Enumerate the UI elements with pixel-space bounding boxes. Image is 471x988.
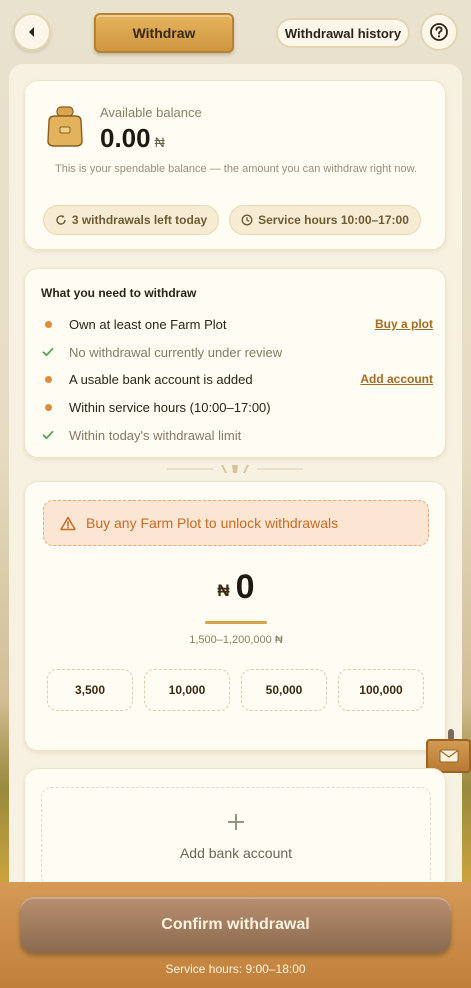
balance-value: 0.00 ₦ [100, 123, 165, 154]
warning-triangle-icon [60, 516, 76, 530]
plus-icon [228, 814, 244, 830]
service-hours-text: Service hours 10:00–17:00 [258, 213, 409, 227]
requirements-card: What you need to withdraw Own at least o… [24, 268, 446, 458]
requirement-text: Own at least one Farm Plot [69, 316, 227, 332]
pending-dot-icon [41, 372, 55, 386]
requirement-item: Within service hours (10:00–17:00) [41, 397, 433, 417]
envelope-icon [439, 749, 458, 763]
requirement-item: Within today's withdrawal limit [41, 425, 433, 445]
buy-plot-link[interactable]: Buy a plot [375, 317, 433, 331]
pending-dot-icon [41, 317, 55, 331]
refresh-icon [56, 215, 66, 225]
balance-amount: 0.00 [100, 123, 151, 153]
add-account-link[interactable]: Add account [360, 372, 433, 386]
page-title: Withdraw [132, 25, 196, 41]
preset-amount-button[interactable]: 3,500 [47, 669, 133, 711]
amount-value: 0 [235, 568, 255, 606]
add-bank-account-label: Add bank account [179, 845, 293, 861]
add-bank-account-button[interactable]: Add bank account [41, 787, 431, 887]
requirement-item: A usable bank account is added Add accou… [41, 369, 433, 389]
balance-description: This is your spendable balance — the amo… [55, 163, 417, 175]
chevron-left-icon [29, 27, 34, 37]
withdrawals-left-badge: 3 withdrawals left today [43, 205, 219, 235]
requirement-text: Within service hours (10:00–17:00) [69, 399, 271, 415]
footer-service-hours: Service hours: 9:00–18:00 [165, 962, 306, 976]
requirement-text: Within today's withdrawal limit [69, 427, 242, 443]
amount-range: 1,500–1,200,000 ₦ [189, 634, 283, 646]
check-icon [42, 430, 54, 440]
requirement-item: Own at least one Farm Plot Buy a plot [41, 314, 433, 334]
amount-card: Buy any Farm Plot to unlock withdrawals … [24, 481, 446, 751]
back-button[interactable] [13, 13, 51, 51]
money-bag-icon [47, 106, 83, 147]
pending-dot-icon [41, 400, 55, 414]
amount-currency: ₦ [217, 580, 230, 600]
confirm-withdrawal-button[interactable]: Confirm withdrawal [20, 897, 451, 953]
unlock-warning-text: Buy any Farm Plot to unlock withdrawals [86, 515, 339, 531]
requirement-text: A usable bank account is added [69, 371, 253, 387]
balance-currency: ₦ [154, 134, 165, 150]
section-divider [167, 465, 303, 473]
withdrawal-history-button[interactable]: Withdrawal history [276, 18, 410, 48]
balance-card: Available balance 0.00 ₦ This is your spe… [24, 80, 446, 250]
amount-underline [205, 621, 267, 624]
requirement-text: No withdrawal currently under review [69, 344, 283, 360]
amount-input[interactable]: ₦ 0 [25, 568, 447, 607]
requirement-item: No withdrawal currently under review [41, 342, 433, 362]
help-button[interactable] [420, 13, 458, 51]
page-title-plaque: Withdraw [94, 13, 234, 53]
question-circle-icon [430, 23, 448, 41]
clock-icon [241, 214, 253, 226]
balance-label: Available balance [100, 105, 202, 120]
service-hours-badge: Service hours 10:00–17:00 [229, 205, 421, 235]
top-bar: Withdraw Withdrawal history [0, 0, 471, 64]
withdrawals-left-text: 3 withdrawals left today [71, 213, 208, 227]
check-icon [42, 347, 54, 357]
preset-amount-button[interactable]: 10,000 [144, 669, 230, 711]
preset-amount-button[interactable]: 50,000 [241, 669, 327, 711]
footer-bar: Confirm withdrawal Service hours: 9:00–1… [0, 882, 471, 988]
unlock-warning-banner: Buy any Farm Plot to unlock withdrawals [43, 500, 429, 546]
preset-amount-button[interactable]: 100,000 [338, 669, 424, 711]
requirements-title: What you need to withdraw [41, 286, 197, 300]
